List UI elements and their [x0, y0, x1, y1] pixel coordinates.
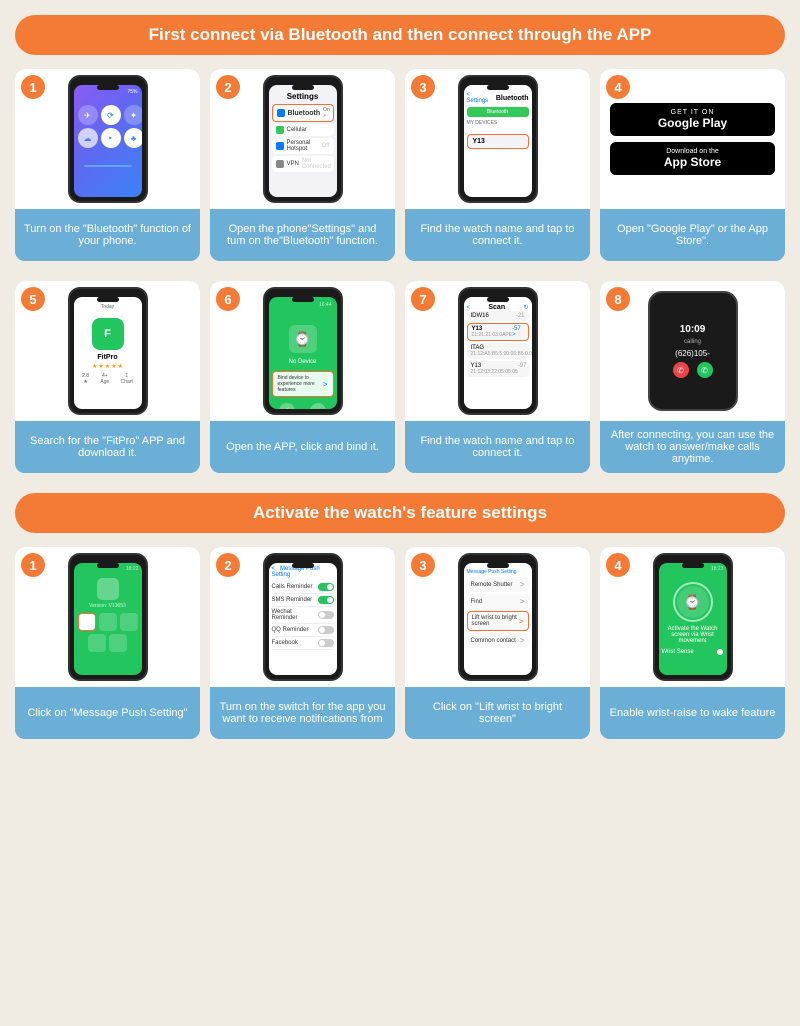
step-number-4: 4 [606, 75, 630, 99]
phone-mockup-7: < Scan ↻ IDW16 -21 Y13 21:21:21:03:0APE [458, 287, 538, 415]
step-card-1: 1 75% ✈ ⟳ ✦ ☁ ‣ ♣ [15, 69, 200, 261]
step-number-7: 7 [411, 287, 435, 311]
step-desc-9: Click on "Message Push Setting" [15, 687, 200, 739]
step-desc-1: Turn on the "Bluetooth" function of your… [15, 209, 200, 261]
step-card-10: 2 < Message Push Setting Calls Reminder … [210, 547, 395, 739]
step-number-11: 3 [411, 553, 435, 577]
section2-header: Activate the watch's feature settings [15, 493, 785, 533]
step-image-7: 7 < Scan ↻ IDW16 -21 [405, 281, 590, 421]
step-desc-3: Find the watch name and tap to connect i… [405, 209, 590, 261]
step-card-5: 5 Today F FitPro ★★★★★ 2.8★ [15, 281, 200, 473]
step-image-12: 4 18:23 ⌚ Activate the Watch screen via … [600, 547, 785, 687]
steps-grid-3: 1 18:22 Version: V13653 [15, 547, 785, 739]
step-number-8: 8 [606, 287, 630, 311]
steps-grid-2: 5 Today F FitPro ★★★★★ 2.8★ [15, 281, 785, 473]
step-image-6: 6 16:44 ⌚ No Device Bind device to exper… [210, 281, 395, 421]
step-desc-5: Search for the "FitPro" APP and download… [15, 421, 200, 473]
store-badges-area: GET IT ON Google Play Download on the Ap… [600, 93, 785, 185]
step-card-4: 4 GET IT ON Google Play Download on the … [600, 69, 785, 261]
step-card-12: 4 18:23 ⌚ Activate the Watch screen via … [600, 547, 785, 739]
phone-mockup-9: 18:22 Version: V13653 [68, 553, 148, 681]
step-desc-11: Click on "Lift wrist to bright screen" [405, 687, 590, 739]
step-desc-2: Open the phone"Settings" and tum on the"… [210, 209, 395, 261]
step-number-10: 2 [216, 553, 240, 577]
step-image-10: 2 < Message Push Setting Calls Reminder … [210, 547, 395, 687]
step-card-11: 3 Message Push Setting Remote Shutter > … [405, 547, 590, 739]
step-number-1: 1 [21, 75, 45, 99]
phone-mockup-10: < Message Push Setting Calls Reminder SM… [263, 553, 343, 681]
step-desc-12: Enable wrist-raise to wake feature [600, 687, 785, 739]
step-number-2: 2 [216, 75, 240, 99]
step-image-2: 2 Settings Bluetooth On > Cellular [210, 69, 395, 209]
phone-mockup-2: Settings Bluetooth On > Cellular P [263, 75, 343, 203]
step-desc-10: Turn on the switch for the app you want … [210, 687, 395, 739]
phone-mockup-3: < Settings Bluetooth Bluetooth MY DEVICE… [458, 75, 538, 203]
phone-mockup-11: Message Push Setting Remote Shutter > Fi… [458, 553, 538, 681]
step-number-9: 1 [21, 553, 45, 577]
step-desc-4: Open "Google Play" or the App Store". [600, 209, 785, 261]
step-image-3: 3 < Settings Bluetooth Bluetooth MY DEVI… [405, 69, 590, 209]
step-desc-6: Open the APP, click and bind it. [210, 421, 395, 473]
step-image-8: 8 10:09 calling (626)105- ✆ ✆ [600, 281, 785, 421]
step-card-7: 7 < Scan ↻ IDW16 -21 [405, 281, 590, 473]
step-card-8: 8 10:09 calling (626)105- ✆ ✆ After conn… [600, 281, 785, 473]
step-number-12: 4 [606, 553, 630, 577]
step-image-11: 3 Message Push Setting Remote Shutter > … [405, 547, 590, 687]
phone-mockup-12: 18:23 ⌚ Activate the Watch screen via Wr… [653, 553, 733, 681]
steps-grid-1: 1 75% ✈ ⟳ ✦ ☁ ‣ ♣ [15, 69, 785, 261]
phone-mockup-1: 75% ✈ ⟳ ✦ ☁ ‣ ♣ [68, 75, 148, 203]
step-card-6: 6 16:44 ⌚ No Device Bind device to exper… [210, 281, 395, 473]
step-image-4: 4 GET IT ON Google Play Download on the … [600, 69, 785, 209]
section1-header: First connect via Bluetooth and then con… [15, 15, 785, 55]
google-play-badge[interactable]: GET IT ON Google Play [610, 103, 775, 136]
step-number-5: 5 [21, 287, 45, 311]
step-image-5: 5 Today F FitPro ★★★★★ 2.8★ [15, 281, 200, 421]
watch-mockup-8: 10:09 calling (626)105- ✆ ✆ [648, 291, 738, 411]
step-desc-8: After connecting, you can use the watch … [600, 421, 785, 473]
step-image-1: 1 75% ✈ ⟳ ✦ ☁ ‣ ♣ [15, 69, 200, 209]
step-desc-7: Find the watch name and tap to connect i… [405, 421, 590, 473]
step-number-6: 6 [216, 287, 240, 311]
phone-mockup-5: Today F FitPro ★★★★★ 2.8★ 4+Age 1Chart [68, 287, 148, 415]
app-store-badge[interactable]: Download on the App Store [610, 142, 775, 175]
step-card-2: 2 Settings Bluetooth On > Cellular [210, 69, 395, 261]
phone-mockup-6: 16:44 ⌚ No Device Bind device to experie… [263, 287, 343, 415]
step-image-9: 1 18:22 Version: V13653 [15, 547, 200, 687]
step-card-3: 3 < Settings Bluetooth Bluetooth MY DEVI… [405, 69, 590, 261]
step-number-3: 3 [411, 75, 435, 99]
step-card-9: 1 18:22 Version: V13653 [15, 547, 200, 739]
